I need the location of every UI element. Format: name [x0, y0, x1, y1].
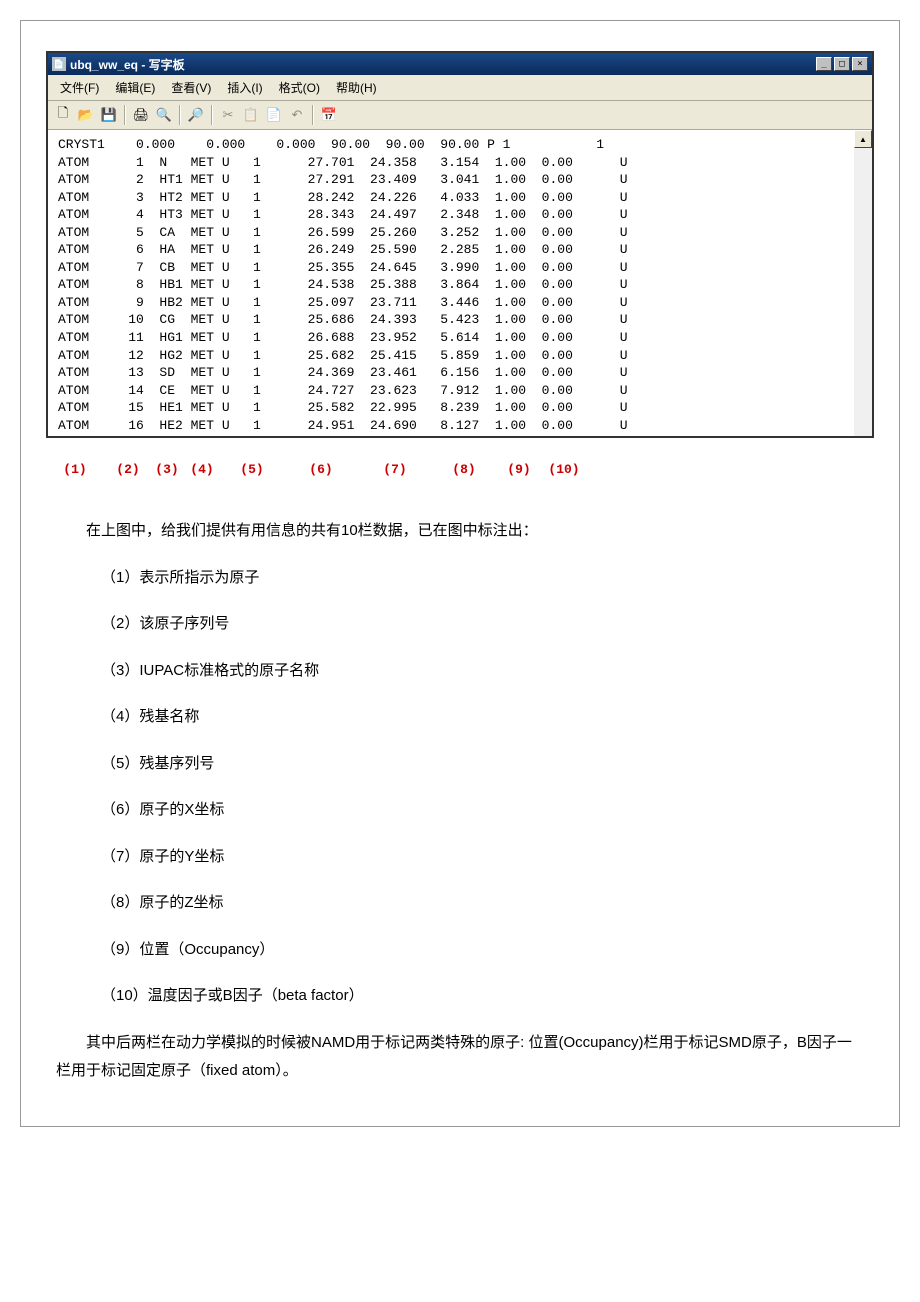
legend-item: （5）残基序列号 [101, 750, 864, 779]
marker-9: (9) [498, 462, 540, 477]
marker-5: (5) [222, 462, 282, 477]
app-icon: 📄 [52, 57, 66, 71]
menu-view[interactable]: 查看(V) [163, 77, 219, 98]
datetime-icon[interactable]: 📅 [318, 104, 340, 126]
paste-icon[interactable]: 📄 [263, 104, 285, 126]
new-icon[interactable]: 🗋 [52, 104, 74, 126]
menu-file[interactable]: 文件(F) [52, 77, 107, 98]
legend-item: （3）IUPAC标准格式的原子名称 [101, 657, 864, 686]
legend-item: （4）残基名称 [101, 703, 864, 732]
legend-item: （8）原子的Z坐标 [101, 889, 864, 918]
print-icon[interactable]: 🖨 [130, 104, 152, 126]
marker-10: (10) [540, 462, 588, 477]
marker-1: (1) [46, 462, 104, 477]
outro-paragraph: 其中后两栏在动力学模拟的时候被NAMD用于标记两类特殊的原子: 位置(Occup… [56, 1029, 864, 1086]
separator-icon [124, 105, 126, 125]
undo-icon[interactable]: ↶ [286, 104, 308, 126]
marker-8: (8) [430, 462, 498, 477]
menu-insert[interactable]: 插入(I) [219, 77, 270, 98]
legend-item: （6）原子的X坐标 [101, 796, 864, 825]
window-controls: _ □ × [816, 57, 868, 71]
cut-icon[interactable]: ✂ [217, 104, 239, 126]
close-button[interactable]: × [852, 57, 868, 71]
menu-format[interactable]: 格式(O) [271, 77, 328, 98]
find-icon[interactable]: 🔎 [185, 104, 207, 126]
content-area: CRYST1 0.000 0.000 0.000 90.00 90.00 90.… [48, 130, 872, 436]
scroll-track[interactable] [854, 148, 872, 436]
text-content[interactable]: CRYST1 0.000 0.000 0.000 90.00 90.00 90.… [48, 130, 854, 436]
menubar: 文件(F) 编辑(E) 查看(V) 插入(I) 格式(O) 帮助(H) [48, 75, 872, 101]
vertical-scrollbar[interactable]: ▲ [854, 130, 872, 436]
explanation-text: 在上图中，给我们提供有用信息的共有10栏数据，已在图中标注出： （1）表示所指示… [36, 477, 884, 1096]
legend-item: （1）表示所指示为原子 [101, 564, 864, 593]
window-title: ubq_ww_eq - 写字板 [70, 56, 816, 73]
menu-edit[interactable]: 编辑(E) [107, 77, 163, 98]
intro-paragraph: 在上图中，给我们提供有用信息的共有10栏数据，已在图中标注出： [56, 517, 864, 546]
legend-item: （2）该原子序列号 [101, 610, 864, 639]
copy-icon[interactable]: 📋 [240, 104, 262, 126]
menu-help[interactable]: 帮助(H) [328, 77, 385, 98]
minimize-button[interactable]: _ [816, 57, 832, 71]
marker-4: (4) [182, 462, 222, 477]
page-frame: 📄 ubq_ww_eq - 写字板 _ □ × 文件(F) 编辑(E) 查看(V… [20, 20, 900, 1127]
column-legend-list: （1）表示所指示为原子 （2）该原子序列号 （3）IUPAC标准格式的原子名称 （4）… [56, 564, 864, 1011]
marker-7: (7) [360, 462, 430, 477]
legend-item: （9）位置（Occupancy） [101, 936, 864, 965]
marker-2: (2) [104, 462, 152, 477]
separator-icon [312, 105, 314, 125]
marker-6: (6) [282, 462, 360, 477]
separator-icon [211, 105, 213, 125]
wordpad-window: 📄 ubq_ww_eq - 写字板 _ □ × 文件(F) 编辑(E) 查看(V… [46, 51, 874, 438]
marker-3: (3) [152, 462, 182, 477]
toolbar: 🗋 📂 💾 🖨 🔍 🔎 ✂ 📋 📄 ↶ 📅 [48, 101, 872, 130]
save-icon[interactable]: 💾 [98, 104, 120, 126]
separator-icon [179, 105, 181, 125]
open-icon[interactable]: 📂 [75, 104, 97, 126]
maximize-button[interactable]: □ [834, 57, 850, 71]
scroll-up-icon[interactable]: ▲ [854, 130, 872, 148]
legend-item: （10）温度因子或B因子（beta factor） [101, 982, 864, 1011]
preview-icon[interactable]: 🔍 [153, 104, 175, 126]
titlebar: 📄 ubq_ww_eq - 写字板 _ □ × [48, 53, 872, 75]
column-markers: (1)(2)(3)(4)(5)(6)(7)(8)(9)(10) [36, 458, 884, 477]
legend-item: （7）原子的Y坐标 [101, 843, 864, 872]
